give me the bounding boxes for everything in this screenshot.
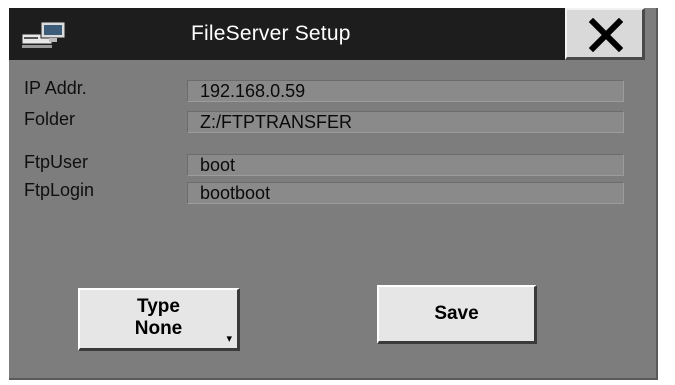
ip-address-field[interactable]: 192.168.0.59 — [187, 80, 624, 102]
ftp-login-label: FtpLogin — [24, 180, 95, 200]
title-bar: FileServer Setup — [9, 8, 565, 60]
close-button[interactable] — [565, 8, 645, 60]
save-button[interactable]: Save — [377, 285, 537, 344]
type-selector-button[interactable]: Type None ▾ — [78, 288, 240, 351]
ftp-login-field[interactable]: bootboot — [187, 182, 624, 204]
fileserver-setup-window: FileServer Setup IP Addr. 192.168.0.59 F… — [9, 8, 658, 380]
folder-field[interactable]: Z:/FTPTRANSFER — [187, 111, 624, 133]
window-title: FileServer Setup — [191, 22, 351, 45]
ftp-user-label: FtpUser — [24, 152, 89, 172]
type-button-label: Type — [137, 296, 180, 317]
ftp-user-field[interactable]: boot — [187, 154, 624, 176]
ip-address-label: IP Addr. — [24, 78, 87, 98]
dropdown-chevron-icon: ▾ — [226, 333, 232, 345]
server-computer-icon — [21, 20, 69, 50]
folder-label: Folder — [24, 109, 76, 129]
type-button-value: None — [134, 318, 183, 339]
